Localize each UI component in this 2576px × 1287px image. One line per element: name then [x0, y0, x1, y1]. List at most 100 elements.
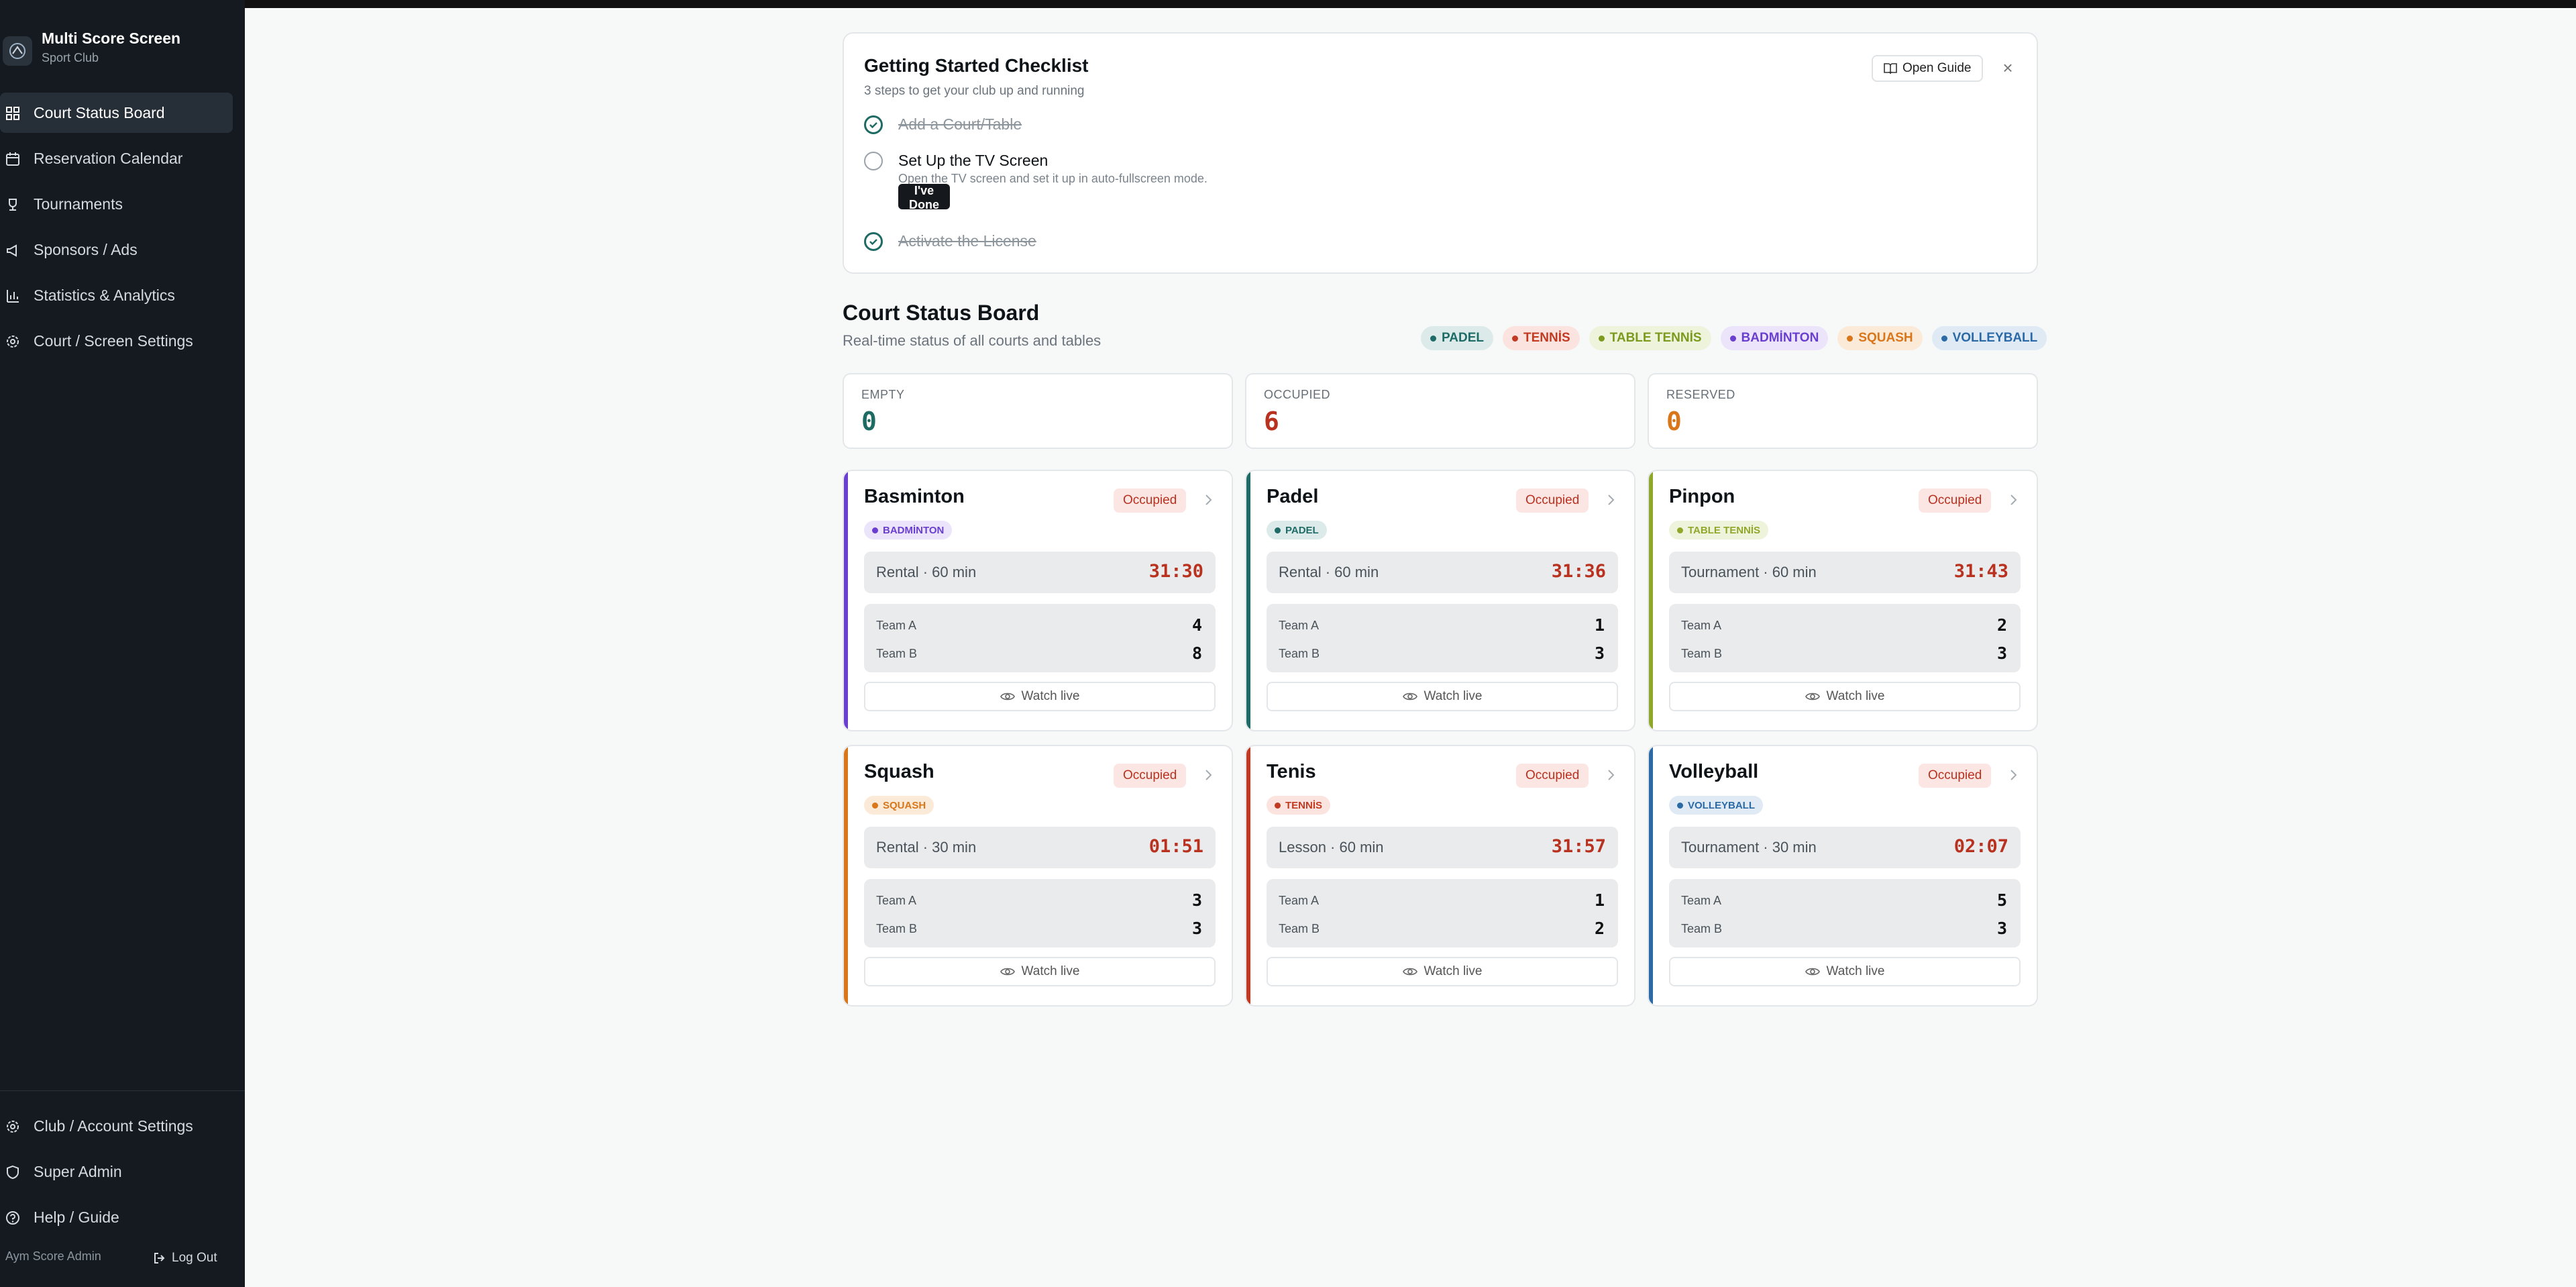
- nav-item-sponsors-ads[interactable]: Sponsors / Ads: [0, 229, 233, 270]
- sport-tag-2[interactable]: TABLE TENNİS: [1589, 326, 1711, 350]
- court-sport-label: PADEL: [1285, 524, 1319, 536]
- nav-item-tournaments[interactable]: Tournaments: [0, 184, 233, 224]
- team-b-score: 3: [1996, 644, 2007, 663]
- step-todo-circle[interactable]: [864, 152, 883, 170]
- watch-live-button[interactable]: Watch live: [1267, 682, 1618, 711]
- stat-reserved: RESERVED 0: [1648, 373, 2038, 449]
- team-b-label: Team B: [1279, 647, 1320, 660]
- checklist-subtitle: 3 steps to get your club up and running: [864, 84, 1085, 98]
- status-badge: Occupied: [1516, 488, 1589, 513]
- court-sport-tag: TABLE TENNİS: [1669, 521, 1769, 539]
- watch-live-button[interactable]: Watch live: [1669, 957, 2021, 986]
- team-a-score: 5: [1996, 890, 2007, 910]
- stat-label: RESERVED: [1666, 388, 1735, 401]
- sport-dot: [1275, 802, 1281, 809]
- sport-tag-label: TENNİS: [1523, 331, 1570, 345]
- court-sport-label: TABLE TENNİS: [1688, 524, 1761, 536]
- brand[interactable]: Multi Score Screen Sport Club: [0, 28, 245, 68]
- nav-item-reservation-calendar[interactable]: Reservation Calendar: [0, 138, 233, 178]
- nav-item-club-account-settings[interactable]: Club / Account Settings: [0, 1106, 233, 1146]
- court-sport-label: VOLLEYBALL: [1688, 799, 1755, 811]
- step-label: Activate the License: [898, 232, 1036, 250]
- chevron-right-icon[interactable]: [1602, 766, 1619, 784]
- nav-item-super-admin[interactable]: Super Admin: [0, 1151, 233, 1192]
- nav-item-court-screen-settings[interactable]: Court / Screen Settings: [0, 321, 233, 361]
- team-a-label: Team A: [1279, 894, 1320, 907]
- nav-item-court-status-board[interactable]: Court Status Board: [0, 93, 233, 133]
- calendar-icon: [6, 152, 19, 166]
- sport-tag-0[interactable]: PADEL: [1421, 326, 1493, 350]
- court-name: Squash: [864, 761, 934, 782]
- session-label: Rental · 60 min: [1279, 564, 1379, 580]
- logout-icon: [154, 1253, 165, 1264]
- score-panel: Team A 5 Team B 3: [1669, 879, 2021, 947]
- court-name: Basminton: [864, 486, 965, 507]
- sport-dot: [1729, 335, 1736, 342]
- step-label: Add a Court/Table: [898, 115, 1022, 133]
- court-card[interactable]: Basminton Occupied BADMİNTON Rental · 60 mi…: [843, 470, 1233, 731]
- team-a-score: 3: [1191, 890, 1202, 910]
- top-bar: [245, 0, 2576, 8]
- nav-item-help-guide[interactable]: Help / Guide: [0, 1197, 233, 1237]
- chevron-right-icon[interactable]: [2004, 766, 2022, 784]
- gear-icon: [7, 336, 19, 348]
- help-circle-icon: [6, 1211, 19, 1225]
- watch-live-button[interactable]: Watch live: [1267, 957, 1618, 986]
- team-a-label: Team A: [1681, 894, 1722, 907]
- session-timer: 02:07: [1953, 836, 2008, 857]
- court-name: Volleyball: [1669, 761, 1759, 782]
- court-card[interactable]: Tenis Occupied TENNİS Lesson · 60 min 31:57 T…: [1245, 745, 1635, 1007]
- court-card[interactable]: Squash Occupied SQUASH Rental · 30 min 01:51…: [843, 745, 1233, 1007]
- ive-done-this-button[interactable]: I've Done This: [898, 184, 950, 225]
- team-b-score: 3: [1191, 919, 1202, 938]
- sport-tag-label: BADMİNTON: [1741, 331, 1819, 345]
- watch-live-label: Watch live: [1424, 689, 1483, 703]
- step-done-check[interactable]: [864, 232, 883, 251]
- court-sport-label: BADMİNTON: [883, 524, 945, 536]
- watch-live-label: Watch live: [1826, 964, 1885, 978]
- card-accent-bar: [1246, 471, 1250, 730]
- open-guide-button[interactable]: Open Guide: [1872, 55, 1984, 82]
- card-accent-bar: [844, 471, 848, 730]
- watch-live-button[interactable]: Watch live: [864, 682, 1216, 711]
- megaphone-icon: [7, 244, 17, 257]
- sport-dot: [1677, 527, 1683, 533]
- check-icon: [869, 239, 877, 246]
- team-b-score: 3: [1996, 919, 2007, 938]
- team-a-label: Team A: [876, 619, 917, 632]
- court-card[interactable]: Pinpon Occupied TABLE TENNİS Tournament · 6…: [1648, 470, 2038, 731]
- sport-tag-label: VOLLEYBALL: [1952, 331, 2038, 345]
- eye-icon: [1402, 692, 1417, 701]
- sport-tag-3[interactable]: BADMİNTON: [1720, 326, 1829, 350]
- chevron-right-icon[interactable]: [1199, 491, 1217, 509]
- close-icon[interactable]: ×: [1999, 58, 2017, 78]
- card-accent-bar: [1649, 746, 1653, 1005]
- sport-dot: [1677, 802, 1683, 809]
- card-accent-bar: [844, 746, 848, 1005]
- sport-tag-5[interactable]: VOLLEYBALL: [1931, 326, 2047, 350]
- nav-label: Tournaments: [34, 195, 123, 213]
- court-sport-tag: SQUASH: [864, 796, 934, 815]
- sport-dot: [872, 802, 878, 809]
- watch-live-button[interactable]: Watch live: [864, 957, 1216, 986]
- court-card[interactable]: Volleyball Occupied VOLLEYBALL Tournament ·…: [1648, 745, 2038, 1007]
- logout-button[interactable]: Log Out: [153, 1247, 217, 1270]
- chevron-right-icon[interactable]: [2004, 491, 2022, 509]
- status-badge: Occupied: [1114, 764, 1187, 788]
- sport-tag-1[interactable]: TENNİS: [1502, 326, 1580, 350]
- nav-label: Help / Guide: [34, 1208, 119, 1226]
- chevron-right-icon[interactable]: [1199, 766, 1217, 784]
- nav-label: Statistics & Analytics: [34, 286, 175, 304]
- sport-tag-4[interactable]: SQUASH: [1837, 326, 1923, 350]
- current-user: Aym Score Admin: [5, 1249, 101, 1263]
- court-card[interactable]: Padel Occupied PADEL Rental · 60 min 31:36 Te…: [1245, 470, 1635, 731]
- watch-live-button[interactable]: Watch live: [1669, 682, 2021, 711]
- chevron-right-icon[interactable]: [1602, 491, 1619, 509]
- team-a-score: 1: [1594, 615, 1605, 635]
- eye-icon: [1000, 692, 1015, 701]
- step-done-check[interactable]: [864, 115, 883, 134]
- session-panel: Lesson · 60 min 31:57: [1267, 827, 1618, 868]
- nav-item-statistics-analytics[interactable]: Statistics & Analytics: [0, 275, 233, 315]
- team-b-label: Team B: [1681, 647, 1723, 660]
- sport-dot: [1847, 335, 1854, 342]
